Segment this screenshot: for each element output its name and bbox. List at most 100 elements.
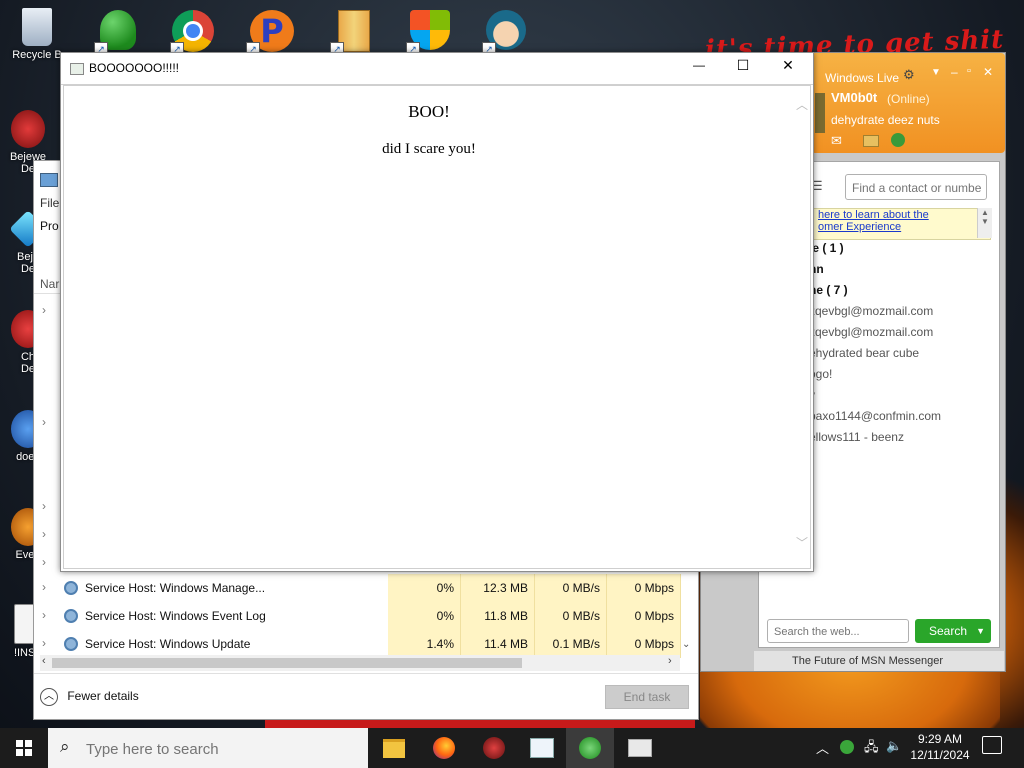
- boo-title-bar[interactable]: BOOOOOOO!!!!! — ☐ ✕: [61, 53, 813, 85]
- start-button[interactable]: [0, 728, 48, 768]
- taskbar-search-input[interactable]: [84, 736, 358, 762]
- service-gear-icon: [64, 637, 78, 651]
- contact-item[interactable]: ellows111 - beenz: [809, 430, 989, 444]
- menu-file[interactable]: File: [40, 196, 59, 210]
- desktop-icon-chrome[interactable]: ↗: [170, 8, 220, 56]
- msn-maximize-button[interactable]: ▫: [967, 65, 971, 77]
- row-expand-chevron[interactable]: ›: [42, 580, 46, 594]
- process-name: Service Host: Windows Event Log: [85, 609, 266, 623]
- windows-logo-icon: [16, 740, 32, 756]
- msn-contact-search-input[interactable]: [850, 177, 986, 199]
- process-name: Service Host: Windows Update: [85, 637, 251, 651]
- taskbar: ⌕ ︿ 🖧 🔈 9:29 AM 12/11/2024: [0, 728, 1024, 768]
- msn-contact-search[interactable]: [845, 174, 987, 200]
- vertical-scroll-down-icon[interactable]: ⌄: [682, 639, 690, 650]
- window-icon: [628, 739, 652, 757]
- scroll-right-icon[interactable]: ›: [668, 655, 672, 667]
- contact-item[interactable]: baxo1144@confmin.com: [809, 409, 989, 423]
- contact-item[interactable]: ogo!: [809, 367, 989, 381]
- process-disk-cell: 0.1 MB/s: [535, 630, 607, 658]
- maximize-button[interactable]: ☐: [733, 57, 753, 74]
- close-button[interactable]: ✕: [778, 57, 798, 74]
- column-header-name[interactable]: Nar: [40, 277, 59, 291]
- msn-banner-scroll[interactable]: ▲ ▼: [977, 208, 992, 238]
- row-expand-chevron[interactable]: ›: [42, 415, 46, 429]
- msn-info-banner[interactable]: here to learn about the omer Experience: [809, 208, 991, 240]
- msn-web-search-input[interactable]: [772, 622, 908, 642]
- fewer-details-label: Fewer details: [67, 689, 139, 703]
- volume-icon[interactable]: 🔈: [886, 738, 902, 754]
- msn-web-search-box[interactable]: [767, 619, 909, 643]
- chevron-down-icon[interactable]: ▼: [976, 619, 985, 643]
- scroll-left-icon[interactable]: ‹: [42, 655, 46, 667]
- taskbar-boo-window[interactable]: [616, 728, 664, 768]
- task-manager-icon: [530, 738, 554, 758]
- contact-group[interactable]: ne ( 7 ): [809, 283, 989, 297]
- process-disk-cell: 0 MB/s: [535, 574, 607, 602]
- msn-search-button[interactable]: Search ▼: [915, 619, 991, 643]
- contact-group[interactable]: hn: [809, 262, 989, 276]
- msn-banner-link-1[interactable]: here to learn about the: [818, 209, 990, 221]
- desktop-icon-msn[interactable]: ↗: [94, 8, 144, 56]
- taskbar-task-manager[interactable]: [518, 728, 566, 768]
- end-task-button[interactable]: End task: [605, 685, 689, 709]
- process-memory-cell: 11.4 MB: [461, 630, 535, 658]
- row-expand-chevron[interactable]: ›: [42, 608, 46, 622]
- scroll-thumb[interactable]: [52, 658, 522, 668]
- msn-footer[interactable]: The Future of MSN Messenger: [754, 651, 1004, 671]
- msn-personal-message[interactable]: dehydrate deez nuts: [831, 113, 940, 127]
- show-hidden-icons-chevron[interactable]: ︿: [816, 738, 829, 757]
- horizontal-scrollbar[interactable]: ‹ ›: [40, 655, 680, 671]
- firefox-icon: [433, 737, 455, 759]
- scroll-up-icon[interactable]: ︿: [796, 96, 808, 113]
- table-row[interactable]: › Service Host: Windows Event Log 0% 11.8 M…: [34, 602, 698, 630]
- msn-menu-chevron-icon[interactable]: ▼: [931, 67, 941, 78]
- msn-tray-icon[interactable]: [840, 740, 854, 754]
- desktop-icon-archive[interactable]: ↗: [330, 8, 380, 56]
- tab-processes[interactable]: Pro: [40, 219, 59, 233]
- process-name: Service Host: Windows Manage...: [85, 581, 266, 595]
- table-row[interactable]: › Service Host: Windows Update 1.4% 11.4 MB…: [34, 630, 698, 658]
- msn-people-icon: [579, 737, 601, 759]
- contact-group[interactable]: le ( 1 ): [809, 241, 989, 255]
- folder-icon[interactable]: [863, 135, 879, 147]
- search-icon: ⌕: [60, 737, 70, 756]
- desktop-icon-game-character[interactable]: ↗: [482, 8, 532, 56]
- fewer-details-button[interactable]: ︿ Fewer details: [40, 685, 139, 707]
- taskbar-file-explorer[interactable]: [370, 728, 418, 768]
- mail-icon[interactable]: ✉: [831, 133, 842, 149]
- notification-center-icon[interactable]: [982, 736, 1002, 754]
- msn-services-icon[interactable]: [891, 133, 905, 147]
- row-expand-chevron[interactable]: ›: [42, 636, 46, 650]
- boo-content: BOO! did I scare you! ︿ ﹀: [63, 85, 811, 569]
- contact-item[interactable]: zqevbgl@mozmail.com: [809, 304, 989, 318]
- msn-status[interactable]: (Online): [887, 92, 930, 106]
- scroll-down-icon[interactable]: ﹀: [796, 534, 808, 551]
- table-row[interactable]: › Service Host: Windows Manage... 0% 12.3 M…: [34, 574, 698, 602]
- taskbar-search-box[interactable]: ⌕: [48, 728, 368, 768]
- msn-username[interactable]: VM0b0t: [831, 90, 877, 105]
- contact-item[interactable]: ehydrated bear cube: [809, 346, 989, 360]
- row-expand-chevron[interactable]: ›: [42, 303, 46, 317]
- desktop-icon-p-app[interactable]: P ↗: [246, 8, 296, 56]
- msn-close-button[interactable]: ✕: [983, 65, 993, 79]
- process-cpu-cell: 0%: [388, 602, 461, 630]
- row-expand-chevron[interactable]: ›: [42, 499, 46, 513]
- taskbar-game[interactable]: [470, 728, 518, 768]
- clock[interactable]: 9:29 AM 12/11/2024: [904, 731, 976, 763]
- desktop-icon-windows-shield[interactable]: ↗: [406, 8, 456, 56]
- msn-minimize-button[interactable]: –: [951, 65, 958, 79]
- chevron-up-icon: ︿: [40, 687, 58, 706]
- taskbar-msn[interactable]: [566, 728, 614, 768]
- minimize-button[interactable]: —: [689, 58, 709, 72]
- msn-avatar[interactable]: [815, 93, 825, 133]
- contact-item[interactable]: v: [809, 388, 989, 402]
- row-expand-chevron[interactable]: ›: [42, 555, 46, 569]
- network-icon[interactable]: 🖧: [864, 738, 879, 760]
- contact-item[interactable]: zqevbgl@mozmail.com: [809, 325, 989, 339]
- row-expand-chevron[interactable]: ›: [42, 527, 46, 541]
- taskbar-firefox[interactable]: [420, 728, 468, 768]
- msn-banner-link-2[interactable]: omer Experience: [818, 221, 990, 233]
- process-disk-cell: 0 MB/s: [535, 602, 607, 630]
- msn-options-icon[interactable]: ⚙: [903, 67, 915, 83]
